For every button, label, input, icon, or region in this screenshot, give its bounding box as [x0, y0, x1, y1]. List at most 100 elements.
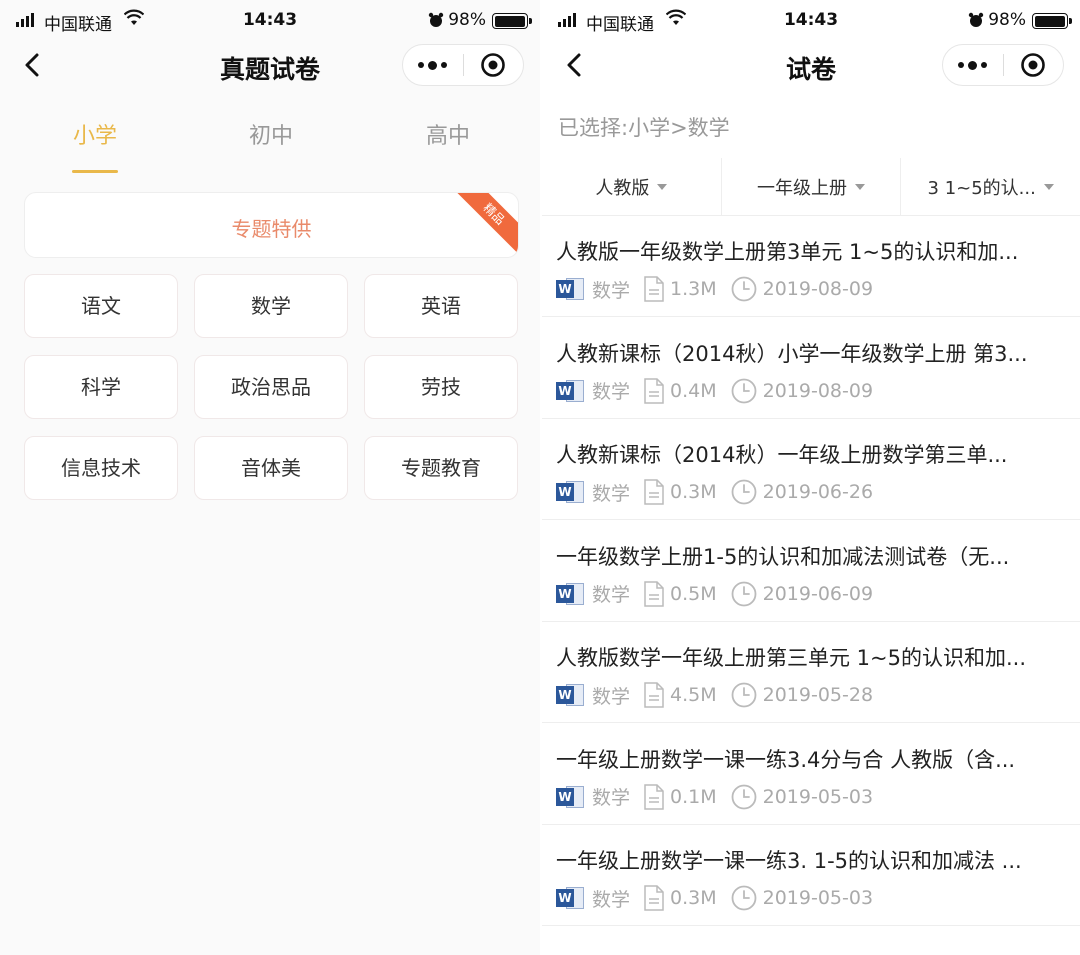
- paper-date: 2019-08-09: [762, 379, 874, 402]
- paper-subject: 数学: [592, 685, 631, 708]
- filter-unit-label: 3 1~5的认...: [927, 177, 1036, 199]
- status-bar: 中国联通 14:43 98%: [542, 0, 1080, 42]
- file-icon: [644, 580, 664, 607]
- list-item-partial: [556, 930, 563, 954]
- paper-size: 0.1M: [670, 785, 717, 808]
- clock-icon: [731, 682, 757, 708]
- status-bar: 中国联通 14:43 98%: [0, 0, 540, 42]
- subject-labor[interactable]: 劳技: [364, 355, 518, 419]
- level-tabs: 小学 初中 高中: [0, 108, 540, 178]
- paper-size: 0.3M: [670, 887, 717, 909]
- battery-icon: [492, 13, 532, 29]
- subject-english[interactable]: 英语: [364, 274, 518, 338]
- list-item[interactable]: 人教版数学一年级上册第三单元 1~5的认识和加... W 数学 4.5M 2019-05…: [542, 622, 1080, 723]
- subject-it[interactable]: 信息技术: [24, 436, 178, 500]
- clock-icon: [731, 885, 757, 911]
- list-item[interactable]: 人教新课标（2014秋）小学一年级数学上册 第3... W 数学 0.4M 2019-0…: [542, 318, 1080, 419]
- subject-chinese[interactable]: 语文: [24, 274, 178, 338]
- filter-unit[interactable]: 3 1~5的认...: [901, 158, 1080, 215]
- clock-icon: [731, 479, 757, 505]
- list-item[interactable]: 一年级数学上册1-5的认识和加减法测试卷（无... W 数学 0.5M 2019-06-…: [542, 521, 1080, 622]
- word-doc-icon: W: [556, 582, 584, 606]
- filter-grade[interactable]: 一年级上册: [722, 158, 902, 215]
- paper-date: 2019-05-03: [762, 785, 874, 808]
- paper-meta: W 数学 0.1M 2019-05-03: [556, 783, 874, 810]
- paper-title: 人教版数学一年级上册第三单元 1~5的认识和加...: [556, 646, 1027, 670]
- paper-meta: W 数学 0.4M 2019-08-09: [556, 377, 874, 404]
- paper-size: 0.4M: [670, 379, 717, 402]
- paper-meta: W 数学 1.3M 2019-08-09: [556, 276, 873, 302]
- paper-subject: 数学: [592, 381, 631, 403]
- paper-date: 2019-05-28: [762, 684, 874, 706]
- paper-subject: 数学: [592, 888, 631, 911]
- paper-date: 2019-06-26: [762, 481, 874, 503]
- file-icon: [644, 885, 664, 911]
- file-icon: [644, 682, 664, 708]
- clock-icon: [731, 581, 757, 606]
- subject-arts[interactable]: 音体美: [194, 436, 348, 500]
- list-item[interactable]: 一年级上册数学一课一练3. 1-5的认识和加减法 ... W 数学 0.3M 2019-…: [542, 825, 1080, 926]
- paper-title: 一年级上册数学一课一练3.4分与合 人教版（含...: [556, 747, 1016, 772]
- paper-date: 2019-08-09: [762, 278, 874, 300]
- subject-politics[interactable]: 政治思品: [194, 355, 348, 419]
- selection-breadcrumb: 已选择:小学>数学: [558, 116, 730, 140]
- nav-bar: 真题试卷: [0, 42, 540, 90]
- word-doc-icon: W: [556, 886, 584, 910]
- subject-science[interactable]: 科学: [24, 355, 178, 419]
- clock-icon: [731, 784, 757, 809]
- paper-subject: 数学: [592, 482, 631, 505]
- paper-title: 一年级数学上册1-5的认识和加减法测试卷（无...: [556, 544, 1010, 569]
- caret-down-icon: [1043, 183, 1054, 190]
- tab-senior-high[interactable]: 高中: [388, 118, 508, 150]
- target-icon[interactable]: [463, 45, 523, 85]
- file-icon: [644, 377, 664, 404]
- paper-size: 4.5M: [670, 684, 717, 706]
- paper-size: 1.3M: [670, 278, 717, 300]
- paper-date: 2019-05-03: [762, 887, 874, 909]
- tab-primary[interactable]: 小学: [35, 118, 155, 150]
- paper-title: 一年级上册数学一课一练3. 1-5的认识和加减法 ...: [556, 849, 1022, 873]
- paper-subject: 数学: [592, 584, 631, 606]
- paper-meta: W 数学 4.5M 2019-05-28: [556, 682, 873, 708]
- word-doc-icon: W: [556, 480, 584, 504]
- file-icon: [644, 783, 664, 810]
- list-item[interactable]: 人教版一年级数学上册第3单元 1~5的认识和加... W 数学 1.3M 2019-08…: [542, 216, 1080, 317]
- word-doc-icon: W: [556, 683, 584, 707]
- paper-title: 人教版一年级数学上册第3单元 1~5的认识和加...: [556, 240, 1019, 264]
- paper-title: 人教新课标（2014秋）小学一年级数学上册 第3...: [556, 341, 1028, 366]
- paper-subject: 数学: [592, 279, 631, 302]
- subject-topic-education[interactable]: 专题教育: [364, 436, 518, 500]
- caret-down-icon: [657, 183, 668, 190]
- paper-meta: W 数学 0.5M 2019-06-09: [556, 580, 873, 607]
- filter-grade-label: 一年级上册: [757, 177, 847, 199]
- menu-capsule: [402, 44, 524, 86]
- tab-junior-high[interactable]: 初中: [211, 118, 331, 150]
- list-item[interactable]: 人教新课标（2014秋）一年级上册数学第三单... W 数学 0.3M 2019-06-…: [542, 419, 1080, 520]
- more-icon[interactable]: [403, 45, 463, 85]
- list-item[interactable]: 一年级上册数学一课一练3.4分与合 人教版（含... W 数学 0.1M 2019-05…: [542, 724, 1080, 825]
- battery-percent: 98%: [448, 10, 486, 30]
- special-topic-banner[interactable]: 专题特供 精品: [24, 192, 519, 258]
- caret-down-icon: [855, 183, 865, 190]
- clock-icon: [731, 378, 757, 403]
- target-icon[interactable]: [1003, 45, 1063, 85]
- paper-subject: 数学: [592, 787, 631, 809]
- file-icon: [644, 479, 664, 505]
- subject-math[interactable]: 数学: [194, 274, 348, 338]
- alarm-icon: [968, 12, 984, 27]
- nav-bar: 试卷: [542, 42, 1080, 90]
- paper-title: 人教新课标（2014秋）一年级上册数学第三单...: [556, 443, 1008, 467]
- paper-size: 0.3M: [670, 481, 717, 503]
- right-screen: 中国联通 14:43 98% 试卷 已选择:小学>数学 人教版 一年级上册 3 …: [542, 0, 1080, 955]
- battery-icon: [1032, 13, 1072, 29]
- menu-capsule: [942, 44, 1064, 86]
- filter-bar: 人教版 一年级上册 3 1~5的认...: [542, 158, 1080, 216]
- alarm-icon: [428, 12, 444, 27]
- clock-icon: [731, 276, 757, 302]
- word-doc-icon: W: [556, 379, 584, 403]
- word-doc-icon: W: [556, 785, 584, 809]
- paper-meta: W 数学 0.3M 2019-06-26: [556, 479, 873, 505]
- filter-edition[interactable]: 人教版: [542, 158, 722, 215]
- more-icon[interactable]: [943, 45, 1003, 85]
- file-icon: [644, 276, 664, 302]
